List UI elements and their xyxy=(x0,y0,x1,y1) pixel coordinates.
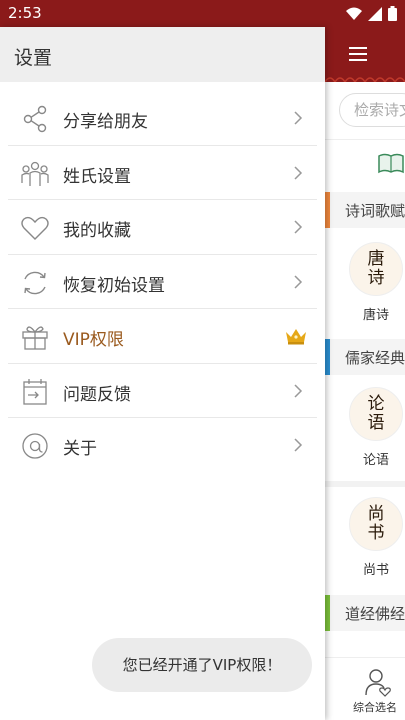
menu-item-about[interactable]: 关于 xyxy=(8,418,317,473)
menu-item-favorites[interactable]: 我的收藏 xyxy=(8,200,317,255)
menu-item-share[interactable]: 分享给朋友 xyxy=(8,91,317,146)
section-header-poetry: 诗词歌赋 xyxy=(325,192,405,228)
chevron-right-icon xyxy=(294,165,303,180)
cloud-pattern-decoration xyxy=(325,77,405,82)
bottom-tab-bar[interactable]: 综合选名 xyxy=(325,657,405,720)
status-bar: 2:53 xyxy=(0,0,405,27)
book-item-analects[interactable]: 论语 论语 xyxy=(349,387,405,468)
divider xyxy=(325,139,405,140)
hamburger-menu-icon[interactable] xyxy=(349,47,367,65)
search-input[interactable]: 检索诗文 xyxy=(339,93,405,127)
menu-item-feedback[interactable]: 问题反馈 xyxy=(8,364,317,418)
settings-drawer: 设置 分享给朋友 姓氏设置 我的收藏 恢复初始设置 VIP权限 问题反馈 关于 xyxy=(0,27,325,720)
app-header xyxy=(325,27,405,82)
chevron-right-icon xyxy=(294,220,303,234)
section-accent-bar xyxy=(325,192,330,228)
drawer-title: 设置 xyxy=(14,47,53,69)
section-accent-bar xyxy=(325,595,330,631)
book-cover-icon: 唐诗 xyxy=(349,242,403,296)
menu-label: 我的收藏 xyxy=(63,221,131,241)
wifi-icon xyxy=(346,7,362,20)
chevron-right-icon xyxy=(294,383,303,398)
book-name: 唐诗 xyxy=(362,308,389,323)
settings-menu: 分享给朋友 姓氏设置 我的收藏 恢复初始设置 VIP权限 问题反馈 关于 xyxy=(8,91,317,473)
signal-icon xyxy=(368,6,382,21)
book-item-tang-poems[interactable]: 唐诗 唐诗 xyxy=(349,242,405,323)
section-header-daoist: 道经佛经 xyxy=(325,595,405,631)
book-icon[interactable] xyxy=(377,152,405,174)
section-label: 诗词歌赋 xyxy=(345,202,405,220)
gift-icon xyxy=(22,326,48,350)
menu-item-reset-defaults[interactable]: 恢复初始设置 xyxy=(8,255,317,309)
bottom-tab-label: 综合选名 xyxy=(353,701,397,714)
crown-icon xyxy=(286,329,306,345)
person-heart-icon xyxy=(365,669,391,697)
menu-item-surname-settings[interactable]: 姓氏设置 xyxy=(8,146,317,200)
calligraphy-glyph: 唐诗 xyxy=(367,249,385,288)
menu-label: 问题反馈 xyxy=(63,384,131,405)
book-cover-icon: 论语 xyxy=(349,387,403,441)
section-accent-bar xyxy=(325,339,330,375)
chevron-right-icon xyxy=(294,274,303,289)
book-item-shangshu[interactable]: 尚书 尚书 xyxy=(349,497,405,578)
section-label: 儒家经典 xyxy=(345,349,405,367)
vip-toast: 您已经开通了VIP权限！ xyxy=(92,638,312,692)
status-time: 2:53 xyxy=(8,4,42,22)
calligraphy-glyph: 论语 xyxy=(367,394,385,433)
menu-label: VIP权限 xyxy=(63,330,124,350)
drawer-header: 设置 xyxy=(0,27,325,82)
menu-label: 恢复初始设置 xyxy=(63,275,165,296)
menu-item-vip[interactable]: VIP权限 xyxy=(8,309,317,364)
book-name: 论语 xyxy=(362,453,389,468)
section-label: 道经佛经 xyxy=(345,605,405,623)
section-header-confucian: 儒家经典 xyxy=(325,339,405,375)
background-app: 检索诗文 诗词歌赋 唐诗 唐诗 儒家经典 论语 论语 尚书 尚书 道经佛经 xyxy=(325,27,405,720)
battery-icon xyxy=(388,6,397,21)
heart-icon xyxy=(21,216,49,240)
menu-label: 关于 xyxy=(63,439,97,459)
book-name: 尚书 xyxy=(362,563,389,578)
people-icon xyxy=(21,161,49,186)
chevron-right-icon xyxy=(294,438,303,452)
status-icons xyxy=(346,6,397,21)
refresh-icon xyxy=(24,271,46,294)
feedback-icon xyxy=(23,378,47,405)
at-icon xyxy=(22,433,48,459)
menu-label: 分享给朋友 xyxy=(63,112,148,132)
book-cover-icon: 尚书 xyxy=(349,497,403,551)
share-icon xyxy=(23,105,47,133)
separator xyxy=(325,481,405,487)
calligraphy-glyph: 尚书 xyxy=(367,504,385,543)
chevron-right-icon xyxy=(294,111,303,125)
menu-label: 姓氏设置 xyxy=(63,166,131,187)
